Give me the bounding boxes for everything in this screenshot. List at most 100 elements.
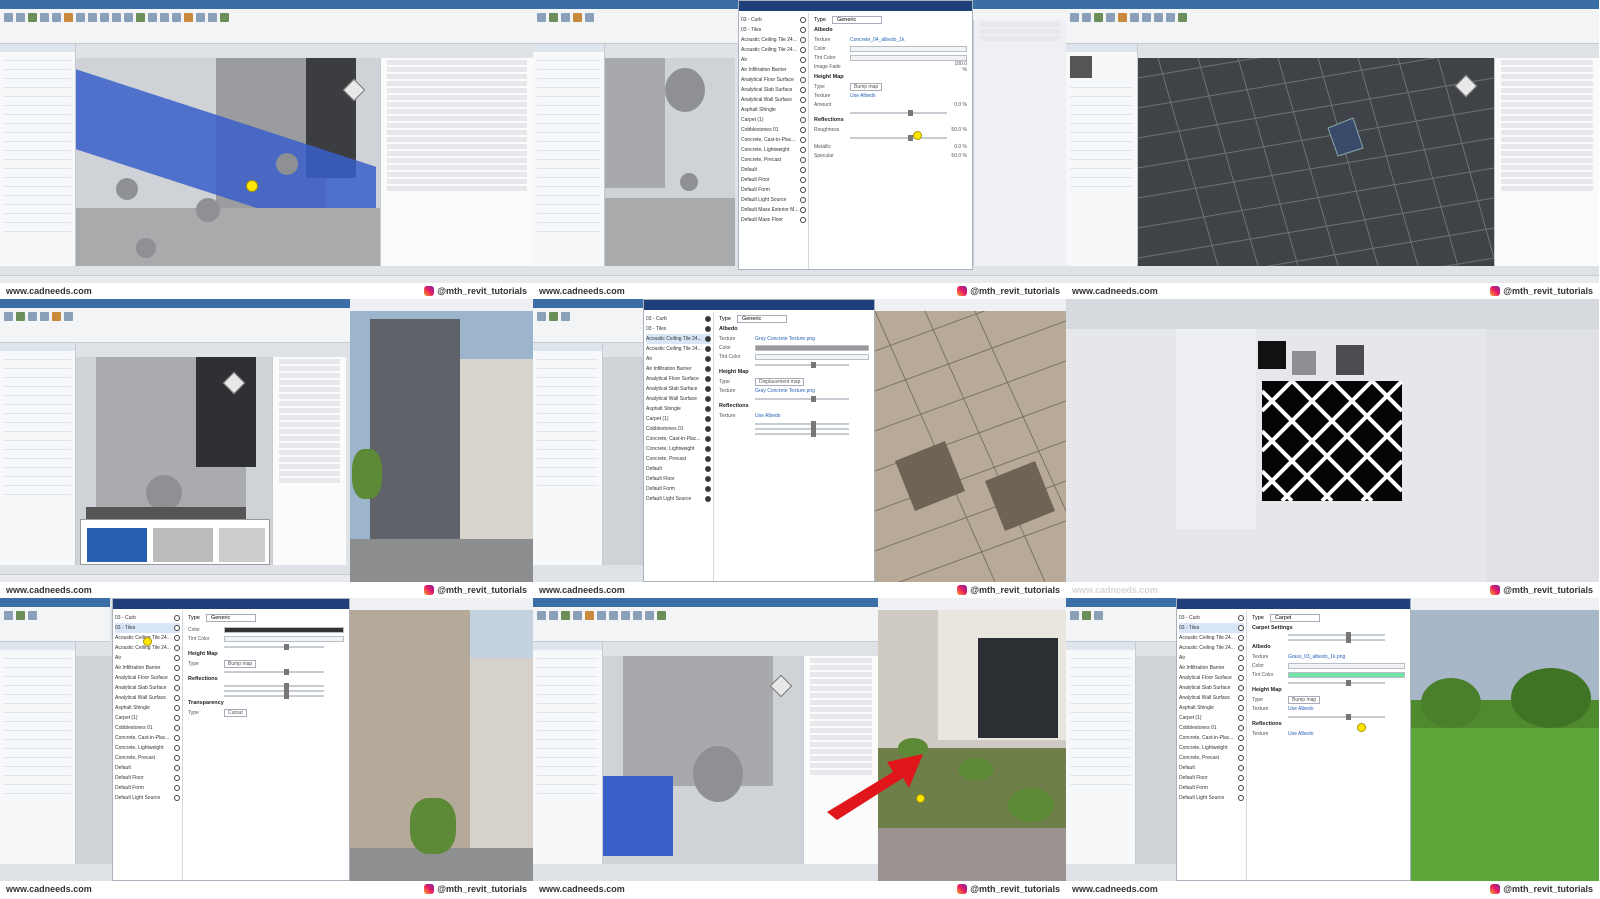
roughness-slider[interactable] [755,421,849,427]
paste-icon[interactable] [28,13,37,22]
enscape-start-icon[interactable] [549,312,558,321]
enscape-render-view[interactable] [875,299,1066,582]
material-item[interactable]: Concrete, Lightweight [741,145,806,155]
material-item[interactable]: Acoustic Ceiling Tile 24... [1179,633,1244,643]
material-item[interactable]: Concrete, Precast [115,753,180,763]
enscape-start-icon[interactable] [549,13,558,22]
paste-icon[interactable] [1094,13,1103,22]
material-item[interactable]: Default [1179,763,1244,773]
camera-icon[interactable] [1094,611,1103,620]
albedo-texture-link[interactable]: Gray Concrete Texture.png [755,336,869,342]
material-item[interactable]: 03 - Curb [115,613,180,623]
material-item[interactable]: Default Mass Floor [741,215,806,225]
modify-icon[interactable] [537,13,546,22]
material-item[interactable]: Acoustic Ceiling Tile 24... [741,35,806,45]
view-icon[interactable] [633,611,642,620]
3d-viewport[interactable] [603,357,643,565]
type-dropdown[interactable]: Carpet [1269,614,1320,622]
material-item[interactable]: Concrete, Precast [1179,753,1244,763]
tint-field[interactable] [755,353,869,360]
shape-editing-icon[interactable] [657,611,666,620]
enscape-render-view[interactable] [1411,598,1599,881]
use-albedo-link[interactable]: Use Albedo [1288,731,1405,737]
material-item[interactable]: 03 - Curb [646,314,711,324]
fade-slider[interactable] [224,644,324,650]
cut-icon[interactable] [52,13,61,22]
modify-icon[interactable] [1070,611,1079,620]
diamond-pattern-preview[interactable] [1262,381,1402,501]
measure-icon[interactable] [645,611,654,620]
material-item-selected[interactable]: Acoustic Ceiling Tile 24... [646,334,711,344]
material-item[interactable]: Cobblestones 01 [1179,723,1244,733]
array-icon[interactable] [136,13,145,22]
pin-icon[interactable] [160,13,169,22]
scale-icon[interactable] [148,13,157,22]
specular-slider[interactable] [755,431,849,437]
delete-icon[interactable] [172,13,181,22]
material-item[interactable]: Air [741,55,806,65]
material-item[interactable]: Carpet (1) [741,115,806,125]
material-item[interactable]: Analytical Floor Surface [1179,673,1244,683]
camera-icon[interactable] [561,312,570,321]
material-item[interactable]: Air [115,653,180,663]
material-item[interactable]: Air [646,354,711,364]
use-albedo-link[interactable]: Use Albedo [1288,706,1405,712]
copy-icon[interactable] [100,13,109,22]
paste-icon[interactable] [561,611,570,620]
material-item[interactable]: Cobblestones 01 [115,723,180,733]
material-item[interactable]: Carpet (1) [646,414,711,424]
color-swatch[interactable] [224,626,344,633]
material-item[interactable]: Concrete, Cast-in-Plac... [1179,733,1244,743]
sync-views-icon[interactable] [573,13,582,22]
properties-icon[interactable] [16,13,25,22]
amount-slider[interactable] [224,669,324,675]
material-item[interactable]: Analytical Wall Surface [115,693,180,703]
align-icon[interactable] [76,13,85,22]
material-item[interactable]: Cobblestones 01 [741,125,806,135]
color-field[interactable] [850,45,967,52]
material-item[interactable]: Acoustic Ceiling Tile 24... [646,344,711,354]
type-dropdown[interactable]: Generic [831,16,882,24]
transparency-type-dropdown[interactable]: Cutout [224,708,247,717]
settings-icon[interactable] [64,312,73,321]
mode-icon[interactable] [1178,13,1187,22]
3d-viewport[interactable] [76,58,380,266]
material-item[interactable]: Concrete, Precast [741,155,806,165]
modify-icon[interactable] [4,312,13,321]
material-item-selected[interactable]: 03 - Tiles [115,623,180,633]
material-item[interactable]: Analytical Slab Surface [115,683,180,693]
metallic-slider[interactable] [224,688,324,694]
heightmap-type-dropdown[interactable]: Bump map [224,659,257,668]
3d-viewport[interactable] [1136,656,1176,864]
move-icon[interactable] [1130,13,1139,22]
specular-slider[interactable] [224,693,324,699]
modify-icon[interactable] [4,13,13,22]
modify-icon[interactable] [537,611,546,620]
assets-icon[interactable] [52,312,61,321]
material-item[interactable]: Asphalt Shingle [115,703,180,713]
amount-slider[interactable] [850,110,947,116]
albedo-texture-link[interactable]: Concrete_04_albedo_1k [850,37,967,43]
properties-icon[interactable] [1082,13,1091,22]
material-item[interactable]: Default Light Source [741,195,806,205]
material-item[interactable]: Air [1179,653,1244,663]
material-item[interactable]: Carpet (1) [115,713,180,723]
material-item[interactable]: Asphalt Shingle [741,105,806,115]
material-item[interactable]: 03 - Tiles [741,25,806,35]
material-item[interactable]: Analytical Wall Surface [741,95,806,105]
type-dropdown[interactable]: Generic [736,315,787,323]
enscape-start-icon[interactable] [1082,611,1091,620]
material-item[interactable]: Analytical Wall Surface [646,394,711,404]
albedo-texture-link[interactable]: Grass_03_albedo_1k.png [1288,654,1405,660]
material-item[interactable]: Acoustic Ceiling Tile 24... [1179,643,1244,653]
amount-slider[interactable] [1288,714,1385,720]
upload-icon[interactable] [40,312,49,321]
view-icon[interactable] [1154,13,1163,22]
heightmap-type-dropdown[interactable]: Bump map [1288,695,1321,704]
modify-icon[interactable] [4,611,13,620]
preview-thumb[interactable] [153,528,213,562]
material-item[interactable]: Air Infiltration Barrier [115,663,180,673]
material-item[interactable]: Concrete, Lightweight [1179,743,1244,753]
material-item[interactable]: Concrete, Cast-in-Plac... [646,434,711,444]
material-item[interactable]: Default Form [1179,783,1244,793]
